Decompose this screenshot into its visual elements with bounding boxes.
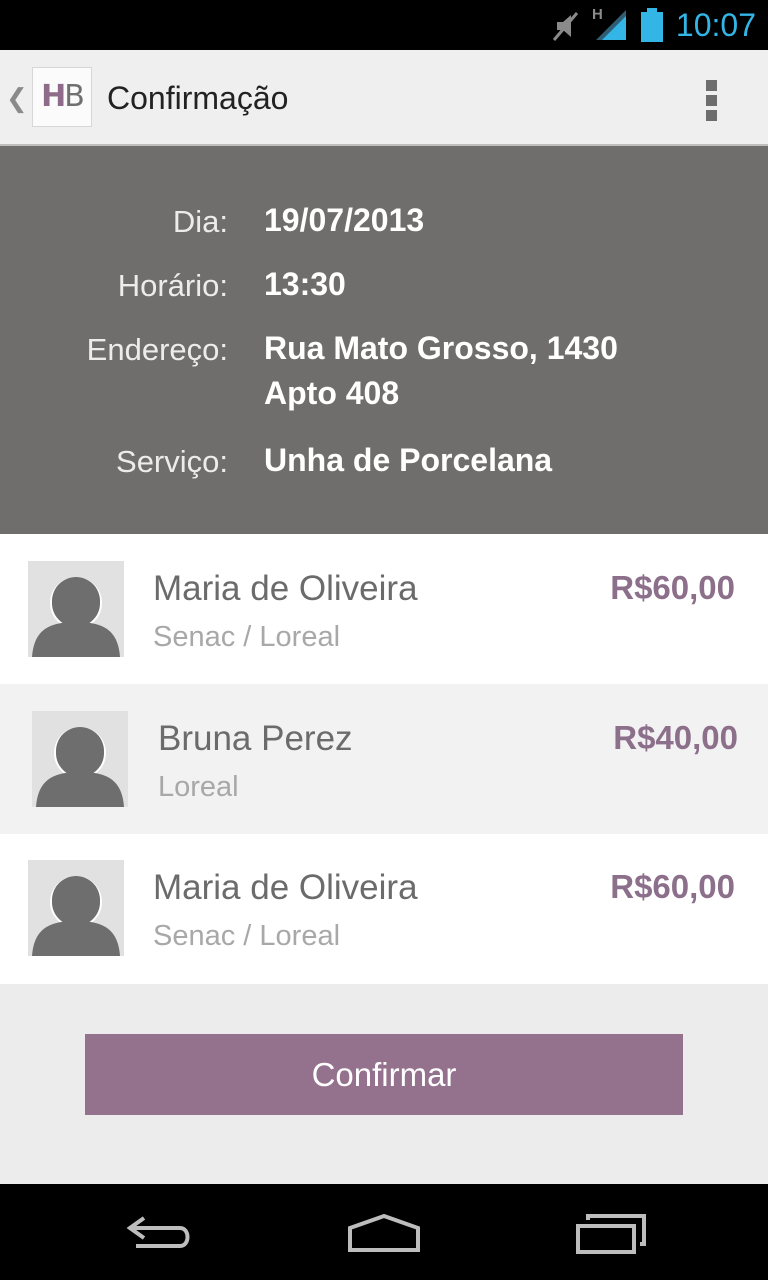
- professional-name: Maria de Oliveira: [153, 569, 418, 608]
- appointment-details: Dia: 19/07/2013 Horário: 13:30 Endereço:…: [0, 146, 768, 534]
- professional-price: R$40,00: [613, 719, 738, 756]
- network-type-label: H: [592, 6, 603, 23]
- service-label: Serviço:: [116, 444, 228, 479]
- day-label: Dia:: [172, 204, 228, 239]
- time-value: 13:30: [264, 266, 346, 302]
- address-line2: Apto 408: [264, 375, 400, 411]
- up-chevron-icon[interactable]: ❮: [6, 84, 28, 112]
- app-logo[interactable]: HB: [32, 67, 92, 127]
- status-time: 10:07: [675, 7, 756, 43]
- logo-letter-b: B: [64, 79, 85, 114]
- avatar-icon: [28, 860, 124, 956]
- status-bar: H 10:07: [0, 0, 768, 50]
- professional-row[interactable]: Maria de Oliveira Senac / Loreal R$60,00: [0, 834, 768, 984]
- professional-row[interactable]: Bruna Perez Loreal R$40,00: [0, 684, 768, 834]
- overflow-menu-icon[interactable]: [700, 78, 724, 122]
- overflow-dot: [706, 110, 717, 121]
- service-value: Unha de Porcelana: [264, 442, 553, 478]
- professional-name: Bruna Perez: [158, 719, 353, 758]
- avatar-icon: [32, 711, 128, 807]
- address-line1: Rua Mato Grosso, 1430: [264, 330, 618, 366]
- mute-icon: [552, 12, 579, 41]
- address-label: Endereço:: [86, 332, 228, 367]
- back-icon[interactable]: [124, 1212, 196, 1252]
- action-bar: ❮ HB Confirmação: [0, 50, 768, 146]
- signal-icon: H: [592, 6, 632, 47]
- battery-icon: [641, 8, 663, 42]
- home-icon[interactable]: [346, 1212, 422, 1252]
- professional-price: R$60,00: [610, 569, 735, 606]
- confirm-button[interactable]: Confirmar: [85, 1034, 683, 1115]
- time-label: Horário:: [117, 268, 228, 303]
- overflow-dot: [706, 95, 717, 106]
- professional-affiliation: Loreal: [158, 771, 239, 803]
- professional-price: R$60,00: [610, 868, 735, 905]
- professional-name: Maria de Oliveira: [153, 868, 418, 907]
- navigation-bar: [0, 1184, 768, 1280]
- avatar-icon: [28, 561, 124, 657]
- day-value: 19/07/2013: [264, 202, 425, 238]
- logo-letter-h: H: [41, 79, 66, 114]
- overflow-dot: [706, 80, 717, 91]
- professional-row[interactable]: Maria de Oliveira Senac / Loreal R$60,00: [0, 534, 768, 684]
- page-title: Confirmação: [107, 80, 289, 116]
- recent-apps-icon[interactable]: [574, 1212, 646, 1256]
- professional-affiliation: Senac / Loreal: [153, 621, 341, 653]
- professional-affiliation: Senac / Loreal: [153, 920, 341, 952]
